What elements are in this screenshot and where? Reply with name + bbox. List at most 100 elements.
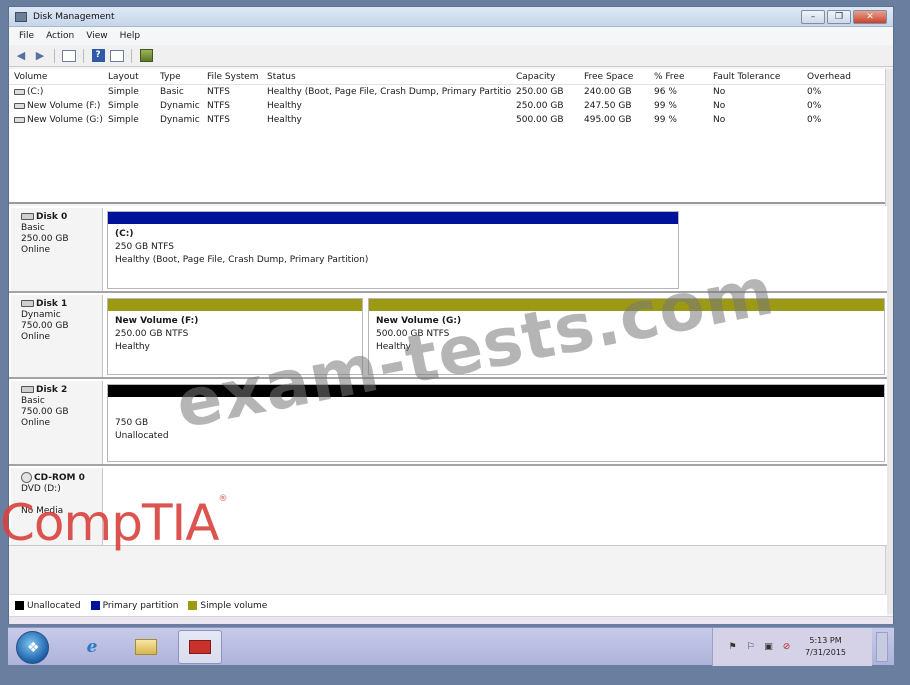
menu-file[interactable]: File [13, 31, 40, 41]
disk-label[interactable]: Disk 2 Basic 750.00 GB Online [11, 381, 103, 464]
window-controls: – ❒ ✕ [801, 9, 887, 24]
table-row[interactable]: New Volume (G:) Simple Dynamic NTFS Heal… [9, 113, 887, 127]
column-header[interactable]: Volume [9, 72, 103, 82]
legend-label: Unallocated [27, 600, 81, 611]
disk-state: Online [21, 332, 51, 342]
drive-icon [14, 102, 25, 109]
table-cell: 495.00 GB [584, 115, 632, 125]
table-row[interactable]: (C:) Simple Basic NTFS Healthy (Boot, Pa… [9, 85, 887, 99]
column-header[interactable]: Layout [103, 72, 155, 82]
console-tree-icon[interactable] [61, 48, 77, 64]
disk-name: CD-ROM 0 [34, 473, 85, 483]
volume-list: Volume Layout Type File System Status Ca… [9, 69, 887, 204]
hard-disk-icon [21, 213, 34, 220]
clock-date: 7/31/2015 [805, 648, 847, 657]
table-cell: 240.00 GB [584, 87, 632, 97]
partition-title: (C:) [115, 229, 134, 239]
column-header[interactable]: Fault Tolerance [708, 72, 802, 82]
disk-size: 750.00 GB [21, 321, 69, 331]
legend-label: Simple volume [200, 600, 268, 611]
disk-name: Disk 0 [36, 212, 68, 222]
help-icon[interactable]: ? [90, 48, 106, 64]
partition-c[interactable]: (C:) 250 GB NTFS Healthy (Boot, Page Fil… [107, 211, 679, 289]
legend-item: Unallocated [15, 601, 81, 611]
column-header[interactable]: Capacity [511, 72, 579, 82]
internet-explorer-icon[interactable]: e [70, 630, 114, 664]
column-header[interactable]: File System [202, 72, 262, 82]
partition-title: New Volume (F:) [115, 316, 199, 326]
table-cell: NTFS [207, 87, 230, 97]
hard-disk-icon [21, 386, 34, 393]
windows-explorer-icon[interactable] [124, 630, 168, 664]
volume-list-header: Volume Layout Type File System Status Ca… [9, 69, 887, 85]
disk-name: Disk 1 [36, 299, 68, 309]
menu-action[interactable]: Action [40, 31, 80, 41]
restore-button[interactable]: ❒ [827, 9, 851, 24]
flag-icon[interactable]: ⚐ [745, 642, 756, 653]
show-desktop-button[interactable] [876, 632, 888, 662]
legend-swatch [15, 601, 24, 610]
taskbar: ❖ e ⚑ ⚐ ▣ ⊘ 5:13 PM 7/31/2015 [8, 627, 894, 666]
table-cell: New Volume (G:) [27, 115, 103, 125]
column-header[interactable]: Free Space [579, 72, 649, 82]
table-cell: Dynamic [160, 115, 200, 125]
disk-size: 250.00 GB [21, 234, 69, 244]
column-header[interactable]: Overhead [802, 72, 882, 82]
toolbar-separator [83, 48, 84, 63]
windows-logo-icon: ❖ [27, 640, 40, 656]
network-icon[interactable]: ▣ [763, 642, 774, 653]
drive-icon [14, 88, 25, 95]
partition-bar [108, 299, 362, 311]
table-cell: Simple [108, 87, 139, 97]
column-header[interactable]: Type [155, 72, 202, 82]
toolbar-separator [54, 48, 55, 63]
comptia-logo-text: CompTIA [0, 494, 219, 552]
disk-type: Basic [21, 223, 45, 233]
table-cell: New Volume (F:) [27, 101, 101, 111]
table-cell: No [713, 115, 726, 125]
table-cell: 0% [807, 101, 822, 111]
partition-detail: 250 GB NTFS [115, 242, 175, 252]
computer-management-icon[interactable] [178, 630, 222, 664]
back-icon[interactable]: ◀ [13, 48, 29, 64]
menu-help[interactable]: Help [114, 31, 147, 41]
table-cell: No [713, 87, 726, 97]
forward-icon[interactable]: ▶ [32, 48, 48, 64]
toolbar: ◀ ▶ ? [9, 45, 893, 67]
disk-label[interactable]: Disk 1 Dynamic 750.00 GB Online [11, 295, 103, 377]
table-cell: Healthy (Boot, Page File, Crash Dump, Pr… [267, 87, 511, 97]
properties-icon[interactable] [109, 48, 125, 64]
table-cell: 500.00 GB [516, 115, 564, 125]
close-button[interactable]: ✕ [853, 9, 887, 24]
column-header[interactable]: % Free [649, 72, 708, 82]
volume-muted-icon[interactable]: ⊘ [781, 642, 792, 653]
column-header[interactable]: Status [262, 72, 511, 82]
disk-label[interactable]: Disk 0 Basic 250.00 GB Online [11, 208, 103, 291]
clock[interactable]: 5:13 PM 7/31/2015 [805, 635, 846, 659]
legend-item: Simple volume [188, 601, 267, 611]
legend-swatch [90, 601, 100, 610]
drive-icon [14, 116, 25, 123]
table-cell: NTFS [207, 115, 230, 125]
table-row[interactable]: New Volume (F:) Simple Dynamic NTFS Heal… [9, 99, 887, 113]
minimize-button[interactable]: – [801, 9, 825, 24]
table-cell: Healthy [267, 115, 302, 125]
table-cell: 250.00 GB [516, 87, 564, 97]
partition-bar [108, 212, 678, 224]
disk-state: Online [21, 245, 51, 255]
table-cell: Dynamic [160, 101, 200, 111]
table-cell: 99 % [654, 115, 677, 125]
disk-type: Dynamic [21, 310, 61, 320]
comptia-logo: CompTIA® [0, 494, 227, 552]
table-cell: Simple [108, 101, 139, 111]
legend: Unallocated Primary partition Simple vol… [9, 594, 887, 616]
disk-name: Disk 2 [36, 385, 68, 395]
refresh-icon[interactable] [138, 48, 154, 64]
menu-view[interactable]: View [80, 31, 113, 41]
action-center-icon[interactable]: ⚑ [727, 642, 738, 653]
table-cell: 0% [807, 115, 822, 125]
table-cell: 0% [807, 87, 822, 97]
start-button[interactable]: ❖ [16, 631, 49, 664]
title-bar[interactable]: Disk Management – ❒ ✕ [9, 7, 893, 27]
table-cell: Basic [160, 87, 184, 97]
